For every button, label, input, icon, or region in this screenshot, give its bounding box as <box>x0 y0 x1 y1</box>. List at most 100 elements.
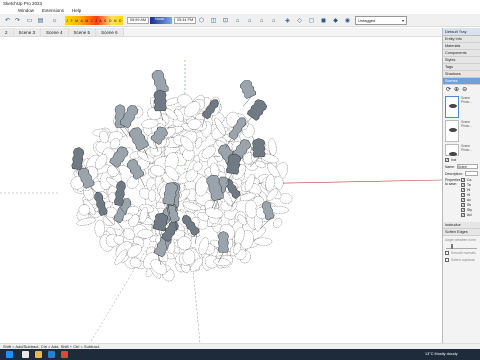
smooth-normals-label: Smooth normals <box>451 250 476 255</box>
scene-controls: ⟳ ⊕ ⊖ <box>443 85 480 94</box>
time-start-field[interactable]: 05:59 AM <box>127 17 150 24</box>
scene-name-field[interactable]: Scene <box>457 164 478 169</box>
plant-model[interactable] <box>68 68 293 283</box>
panel-materials[interactable]: Materials <box>443 43 480 50</box>
panel-tags[interactable]: Tags <box>443 64 480 71</box>
scene-thumbnail <box>445 96 459 118</box>
soften-coplanar-checkbox[interactable] <box>445 257 449 262</box>
property-checkbox[interactable] <box>461 188 465 192</box>
month-label: J <box>95 18 97 23</box>
refresh-icon[interactable]: ⟳ <box>446 86 451 93</box>
sketchup-icon[interactable] <box>61 351 68 358</box>
hidden-line-icon[interactable]: ◻ <box>307 16 316 25</box>
noon-label: Noon <box>155 17 165 21</box>
leaf-shape <box>182 249 196 265</box>
panel-entity-info[interactable]: Entity Info <box>443 36 480 43</box>
scene-item[interactable]: Scene Photo... <box>445 144 479 156</box>
tab-scene-3[interactable]: Scene 3 <box>13 28 42 36</box>
include-checkbox[interactable] <box>445 157 449 162</box>
tray-header: Default Tray <box>443 28 480 36</box>
month-label: A <box>80 18 83 23</box>
property-checkbox[interactable] <box>461 208 465 212</box>
search-icon[interactable] <box>22 351 29 358</box>
textured-icon[interactable]: ◆ <box>331 16 340 25</box>
description-field[interactable] <box>464 171 478 176</box>
leaf-shape <box>279 193 293 204</box>
tab-scene-6[interactable]: Scene 6 <box>96 28 124 36</box>
weather-widget[interactable]: 13°C Mostly cloudy <box>425 350 458 359</box>
top-view-icon[interactable]: ⊡ <box>221 16 230 25</box>
tag-select[interactable]: Untagged ▾ <box>355 16 407 25</box>
tab-scene-4[interactable]: Scene 4 <box>41 28 69 36</box>
month-label: M <box>85 18 89 23</box>
property-label: Ta <box>467 183 471 187</box>
back-view-icon[interactable]: ⌂ <box>257 16 266 25</box>
layers-icon[interactable]: ▤ <box>36 16 45 25</box>
redo-icon[interactable]: ↷ <box>13 16 22 25</box>
orbit-icon[interactable]: ⬡ <box>197 16 206 25</box>
remove-scene-icon[interactable]: ⊖ <box>462 86 467 93</box>
description-label: Description: <box>445 171 463 176</box>
properties-label: Properties to save: <box>445 178 461 186</box>
edge-icon[interactable] <box>48 351 55 358</box>
month-label: S <box>104 18 107 23</box>
scene-thumbnail <box>445 120 459 142</box>
property-label: Axi <box>467 213 472 217</box>
right-view-icon[interactable]: ⌂ <box>245 16 254 25</box>
menu-extensions[interactable]: Extensions <box>42 7 64 14</box>
angle-slider[interactable] <box>446 243 477 249</box>
panel-components[interactable]: Components <box>443 50 480 57</box>
shaded-icon[interactable]: ◼ <box>319 16 328 25</box>
smooth-normals-row: Smooth normals <box>443 249 480 256</box>
scene-desc: Photo... <box>461 100 472 104</box>
menu-help[interactable]: Help <box>72 7 81 14</box>
scene-item[interactable]: Scene Photo... <box>445 120 479 142</box>
panel-soften-edges[interactable]: Soften Edges <box>443 229 480 236</box>
property-checkbox[interactable] <box>461 198 465 202</box>
slider-thumb[interactable] <box>451 244 453 249</box>
file-explorer-icon[interactable] <box>35 351 42 358</box>
panel-shadows[interactable]: Shadows <box>443 71 480 78</box>
month-label: D <box>119 18 122 23</box>
add-scene-icon[interactable]: ⊕ <box>454 86 459 93</box>
panel-styles[interactable]: Styles <box>443 57 480 64</box>
scene-item[interactable]: Scene Photo... <box>445 96 479 118</box>
month-label: A <box>99 18 102 23</box>
panel-instructor[interactable]: Instructor <box>443 222 480 229</box>
shadow-toggle-icon[interactable]: ☼ <box>50 16 59 25</box>
print-icon[interactable]: ▭ <box>25 16 34 25</box>
tab-scene-2[interactable]: 2 <box>0 28 14 36</box>
month-selector[interactable]: J F M A M J J A S O N D <box>65 16 123 25</box>
property-label: Ca <box>467 178 472 182</box>
wireframe-icon[interactable]: ◇ <box>295 16 304 25</box>
panel-scenes[interactable]: Scenes <box>443 78 480 85</box>
name-row: Name: Scene <box>443 163 480 170</box>
tab-scene-5[interactable]: Scene 5 <box>68 28 97 36</box>
property-label: Sh <box>467 203 472 207</box>
smooth-normals-checkbox[interactable] <box>445 250 449 255</box>
chevron-down-icon: ▾ <box>401 18 404 23</box>
month-label: J <box>90 18 93 23</box>
iso-view-icon[interactable]: ◫ <box>209 16 218 25</box>
leaf-shape <box>273 218 283 228</box>
property-checkbox[interactable] <box>461 213 465 217</box>
tag-select-value: Untagged <box>358 18 376 23</box>
property-checkbox[interactable] <box>461 178 465 182</box>
property-checkbox[interactable] <box>461 193 465 197</box>
soften-coplanar-row: Soften coplanar <box>443 256 480 263</box>
property-checkbox[interactable] <box>461 203 465 207</box>
monochrome-icon[interactable]: ◉ <box>343 16 352 25</box>
model-viewport[interactable] <box>0 38 442 343</box>
time-end-field[interactable]: 05:44 PM <box>174 17 197 24</box>
month-label: N <box>114 18 117 23</box>
flower-spike <box>153 89 167 112</box>
windows-start-icon[interactable] <box>6 351 13 358</box>
left-view-icon[interactable]: ⌂ <box>269 16 278 25</box>
property-label: Hi <box>467 188 471 192</box>
front-view-icon[interactable]: ⌂ <box>233 16 242 25</box>
undo-icon[interactable]: ↶ <box>3 16 12 25</box>
xray-icon[interactable]: ◈ <box>283 16 292 25</box>
menu-window[interactable]: Window <box>18 7 34 14</box>
property-checkbox[interactable] <box>461 183 465 187</box>
properties-row: Properties to save: Ca Ta Hi Hi Ac Sh St… <box>443 177 480 218</box>
